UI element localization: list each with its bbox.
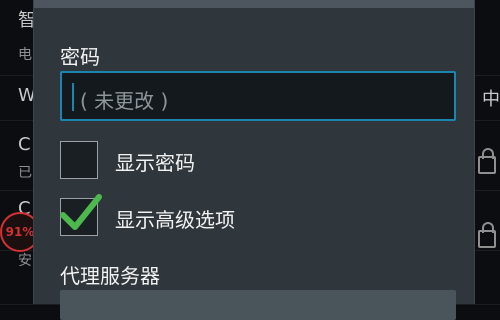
proxy-label: 代理服务器	[60, 264, 160, 288]
lock-icon	[478, 148, 496, 174]
show-advanced-row[interactable]: 显示高级选项	[60, 194, 470, 240]
text-caret	[72, 83, 74, 111]
list-item-subtitle: 已	[18, 165, 32, 181]
list-item-subtitle: 安	[18, 253, 32, 269]
list-item-subtitle: 电	[18, 47, 32, 63]
password-placeholder: ( 未更改 )	[80, 89, 169, 113]
show-password-checkbox[interactable]	[60, 141, 98, 179]
list-item-title: C	[18, 134, 31, 155]
wifi-settings-dialog: 密码 ( 未更改 ) 显示密码 显示高级选项 代理服务器	[33, 0, 475, 320]
checkmark-icon	[60, 194, 102, 230]
password-input[interactable]: ( 未更改 )	[60, 71, 456, 121]
dialog-top-edge	[34, 0, 474, 8]
password-label: 密码	[60, 45, 100, 69]
list-item-right-text: 中	[482, 89, 500, 110]
lock-icon	[478, 222, 496, 248]
proxy-dropdown[interactable]	[60, 290, 456, 320]
show-advanced-label: 显示高级选项	[115, 208, 235, 232]
show-advanced-checkbox[interactable]	[60, 194, 102, 236]
show-password-label: 显示密码	[115, 151, 195, 175]
show-password-row[interactable]: 显示密码	[60, 141, 470, 183]
